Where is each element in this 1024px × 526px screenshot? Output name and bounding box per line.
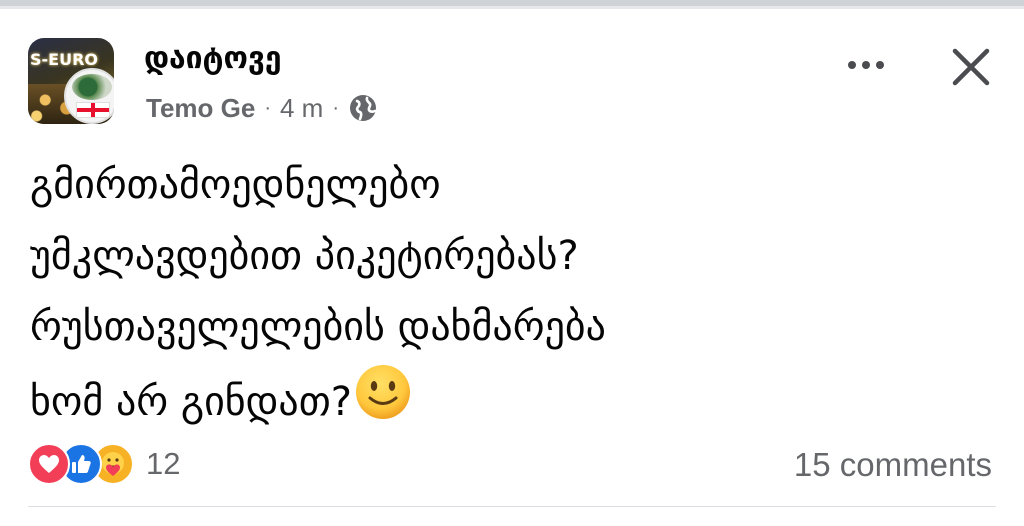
post-text-line: რუსთაველელების დახმარება <box>30 304 606 350</box>
post-meta: Temo Ge · 4 m · <box>146 93 378 123</box>
author-name[interactable]: Temo Ge <box>146 95 255 121</box>
group-name[interactable]: დაიტოვე <box>144 44 282 74</box>
post-text-line: ხომ არ გინდათ? <box>30 379 352 425</box>
reaction-count[interactable]: 12 <box>146 446 180 482</box>
group-avatar[interactable]: S-EURO <box>28 38 114 124</box>
footer-divider <box>28 506 996 507</box>
globe-icon[interactable] <box>348 93 378 123</box>
georgian-flag-icon <box>76 102 110 118</box>
more-options-icon[interactable] <box>842 52 890 78</box>
top-divider <box>0 0 1024 9</box>
close-icon[interactable] <box>948 44 994 90</box>
post-text-line: უმკლავდებით პიკეტირებას? <box>30 233 579 279</box>
post-text-line-last: ხომ არ გინდათ? <box>30 363 930 444</box>
comments-count-link[interactable]: 15 comments <box>794 446 992 484</box>
love-icon <box>28 443 70 485</box>
meta-separator: · <box>264 97 271 119</box>
post-time[interactable]: 4 m <box>280 95 323 121</box>
reactions-summary[interactable]: 12 <box>28 442 180 486</box>
post-text-line: გმირთამოედნელებო <box>30 162 441 208</box>
badge-emblem-image <box>72 74 112 100</box>
author-avatar[interactable] <box>64 68 114 124</box>
post-body: გმირთამოედნელებო უმკლავდებით პიკეტირებას… <box>30 150 930 444</box>
slightly-smiling-face-icon <box>354 363 412 444</box>
avatar-banner-text: S-EURO <box>30 50 99 69</box>
meta-separator: · <box>332 97 340 119</box>
